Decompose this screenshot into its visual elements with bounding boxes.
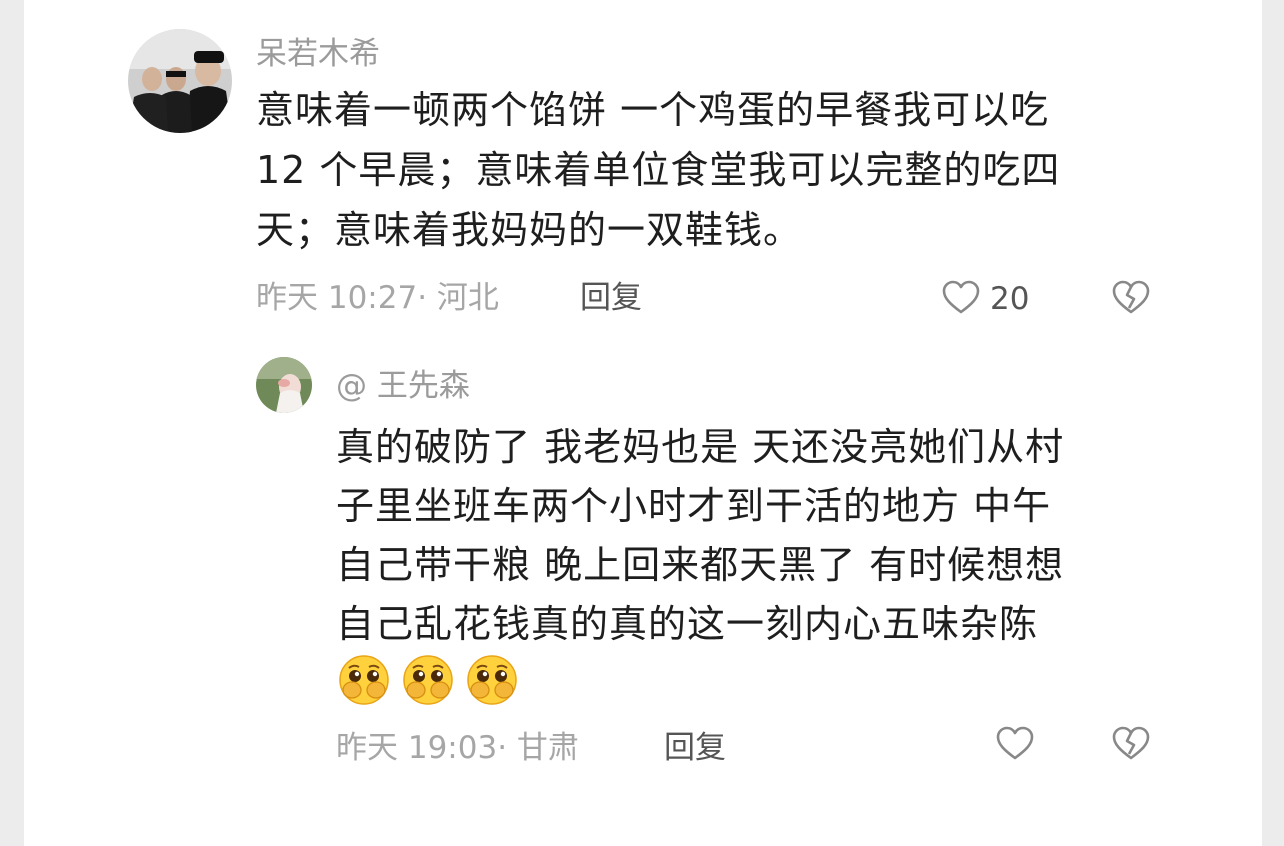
broken-heart-icon — [1112, 726, 1150, 762]
like-button[interactable] — [942, 280, 980, 316]
reply-text-line-2: 子里坐班车两个小时才到干活的地方 中午 — [336, 484, 1052, 528]
pleading-face-emoji — [400, 654, 456, 706]
reply-text-line-3: 自己带干粮 晚上回来都天黑了 有时候想想 — [336, 543, 1065, 587]
comment-text-line-3: 天；意味着我妈妈的一双鞋钱。 — [256, 208, 803, 252]
username[interactable]: 呆若木希 — [256, 34, 380, 74]
comment-card: 呆若木希 意味着一顿两个馅饼 一个鸡蛋的早餐我可以吃 12 个早晨；意味着单位食… — [24, 0, 1262, 846]
avatar[interactable] — [128, 29, 232, 133]
reply-text-line-4: 自己乱花钱真的真的这一刻内心五味杂陈 — [336, 602, 1039, 646]
pleading-face-emoji — [464, 654, 520, 706]
comment-timestamp: 昨天 10:27· 河北 — [256, 280, 499, 316]
reply-like-button[interactable] — [996, 726, 1034, 762]
dislike-button[interactable] — [1112, 280, 1150, 316]
heart-outline-icon — [996, 726, 1034, 762]
comment-text-line-2: 12 个早晨；意味着单位食堂我可以完整的吃四 — [256, 148, 1061, 192]
heart-outline-icon — [942, 280, 980, 316]
like-count: 20 — [990, 281, 1030, 317]
reply-button[interactable]: 回复 — [580, 278, 642, 318]
reply-timestamp: 昨天 19:03· 甘肃 — [336, 730, 579, 766]
reply-avatar[interactable] — [256, 357, 312, 413]
broken-heart-icon — [1112, 280, 1150, 316]
comment-text-line-1: 意味着一顿两个馅饼 一个鸡蛋的早餐我可以吃 — [256, 88, 1050, 132]
reply-text-line-1: 真的破防了 我老妈也是 天还没亮她们从村 — [336, 425, 1065, 469]
reply-username[interactable]: @ 王先森 — [336, 366, 470, 406]
pleading-face-emoji — [336, 654, 392, 706]
reply-reply-button[interactable]: 回复 — [664, 728, 726, 768]
reply-dislike-button[interactable] — [1112, 726, 1150, 762]
